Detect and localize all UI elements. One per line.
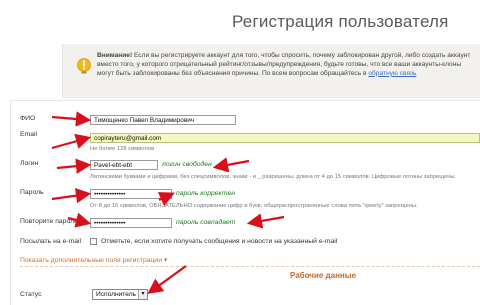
arrow-email: [51, 133, 92, 150]
arrow-login-status: [212, 157, 250, 173]
annotation-arrows: [51, 111, 285, 294]
arrow-status: [147, 265, 187, 294]
arrow-login: [56, 158, 92, 174]
arrow-password-status: [157, 192, 175, 207]
arrow-password-repeat-status: [246, 213, 285, 229]
arrow-password-repeat: [67, 212, 92, 228]
arrow-password: [51, 188, 92, 204]
arrow-fio: [51, 111, 92, 127]
